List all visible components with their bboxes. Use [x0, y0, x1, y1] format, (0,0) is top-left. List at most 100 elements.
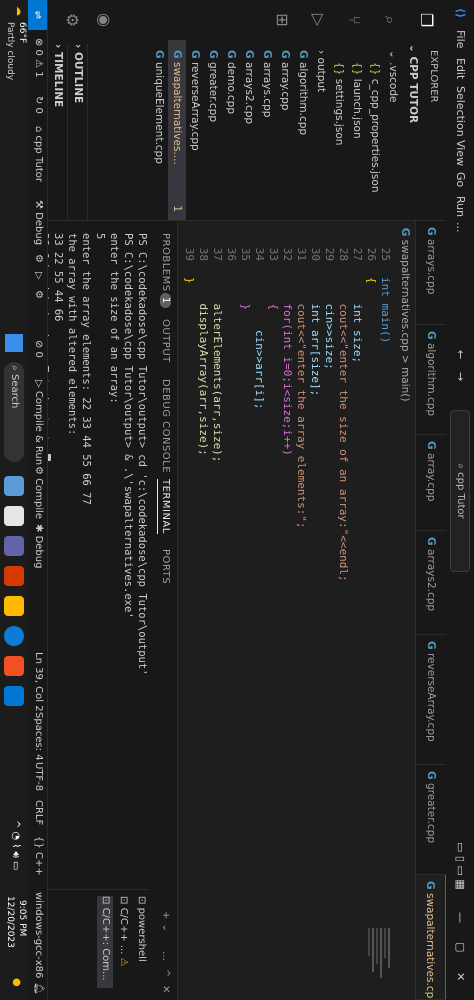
- edge-icon[interactable]: [4, 626, 24, 646]
- build-settings-icon[interactable]: ⚙: [33, 254, 44, 263]
- indentation[interactable]: Spaces: 4: [33, 712, 44, 761]
- breadcrumb[interactable]: G swapalternatives.cpp > main(): [394, 221, 416, 1000]
- vscode-taskbar-icon[interactable]: [4, 686, 24, 706]
- panel-tab-output[interactable]: OUTPUT: [160, 319, 171, 363]
- menu-more[interactable]: ...: [454, 222, 467, 233]
- tree-item-output[interactable]: › output: [312, 50, 330, 230]
- tree-item-label: demo.cpp: [225, 61, 237, 115]
- windows-start-icon[interactable]: [5, 334, 23, 352]
- minimap[interactable]: [224, 920, 394, 990]
- tab-algorithm[interactable]: G algorithm.cpp: [416, 325, 446, 435]
- encoding[interactable]: UTF-8: [33, 762, 44, 791]
- tree-item-arrays2[interactable]: G arrays2.cpp: [240, 50, 258, 230]
- cursor-position[interactable]: Ln 39, Col 2: [33, 652, 44, 712]
- tab-reversearray[interactable]: G reverseArray.cpp: [416, 635, 446, 765]
- run-debug-icon[interactable]: ▷: [306, 8, 330, 32]
- explorer-icon[interactable]: ❐: [414, 8, 438, 32]
- panel-tab-debug-console[interactable]: DEBUG CONSOLE: [160, 379, 171, 473]
- panel-more-icon[interactable]: …: [160, 951, 171, 962]
- store-icon[interactable]: [4, 566, 24, 586]
- tab-arrays[interactable]: G arrays.cpp: [416, 221, 446, 325]
- copilot-icon[interactable]: [4, 476, 24, 496]
- menu-view[interactable]: View: [454, 140, 467, 166]
- panel-tab-ports[interactable]: PORTS: [160, 549, 171, 584]
- maximize-icon[interactable]: ▢: [454, 942, 467, 952]
- menu-selection[interactable]: Selection: [454, 86, 467, 137]
- panel-tab-problems[interactable]: PROBLEMS: [160, 233, 171, 292]
- tab-array[interactable]: G array.cpp: [416, 435, 446, 531]
- clock-time[interactable]: 9:05 PM: [17, 900, 27, 936]
- run-icon[interactable]: ▷: [33, 272, 44, 280]
- command-center-search[interactable]: ⌕ cpp Tutor: [450, 410, 470, 572]
- search-icon[interactable]: ⌕: [378, 8, 402, 32]
- teams-icon[interactable]: [4, 536, 24, 556]
- menu-go[interactable]: Go: [454, 172, 467, 187]
- tab-label: swapalternatives.cpp 1: [424, 892, 436, 1000]
- line-number: 37: [211, 247, 224, 261]
- menu-file[interactable]: File: [454, 30, 467, 48]
- code-line: {: [365, 277, 378, 284]
- taskbar-search[interactable]: ⌕ Search: [4, 362, 24, 462]
- notification-icon[interactable]: ●: [11, 978, 22, 987]
- forward-arrow-icon[interactable]: →: [454, 372, 467, 381]
- tree-item-greater[interactable]: G greater.cpp: [204, 50, 222, 230]
- notifications-bell-icon[interactable]: 🔔︎: [33, 982, 44, 995]
- new-terminal-icon[interactable]: + ⌄: [160, 911, 171, 932]
- timeline-section[interactable]: › TIMELINE: [49, 44, 68, 224]
- line-ending[interactable]: CRLF: [33, 800, 44, 825]
- maximize-panel-icon[interactable]: ^: [160, 969, 171, 978]
- tree-item-algorithm[interactable]: G algorithm.cpp: [294, 50, 312, 230]
- compile-run-button[interactable]: ▷ Compile & Run: [33, 380, 44, 465]
- close-icon[interactable]: ✕: [454, 972, 467, 981]
- workspace-folder[interactable]: ⌄ CPP TUTOR: [404, 44, 422, 224]
- menu-run[interactable]: Run: [454, 196, 467, 217]
- weather-temp[interactable]: 66°F: [17, 22, 27, 43]
- remote-indicator-icon[interactable]: ⇌: [27, 0, 47, 30]
- file-explorer-icon[interactable]: [4, 596, 24, 616]
- terminal-item-cpp-2[interactable]: ⊡ C/C++: Com...: [97, 896, 113, 988]
- debug-config-status[interactable]: ⚒ Debug: [33, 200, 44, 245]
- tree-item-launch[interactable]: {} launch.json: [348, 62, 366, 242]
- terminal-item-cpp-1[interactable]: ⊡ C/C++ ... ⚠: [115, 896, 131, 967]
- problems-status[interactable]: ⊗ 0 ⚠ 1: [33, 38, 44, 78]
- vscode-logo-icon: ⟨⟩: [454, 8, 467, 19]
- terminal-item-powershell[interactable]: ⊡ powershell: [133, 896, 149, 962]
- code-line: }: [183, 277, 196, 284]
- tree-item-vscode[interactable]: ⌄ .vscode: [384, 50, 402, 230]
- layout-icons[interactable]: ▭ ▯ ▭ ▦: [454, 842, 467, 890]
- back-arrow-icon[interactable]: ←: [454, 350, 467, 359]
- debug-settings-icon[interactable]: ⚙: [33, 290, 44, 299]
- tree-item-array[interactable]: G array.cpp: [276, 50, 294, 230]
- outline-section[interactable]: › OUTLINE: [69, 44, 88, 224]
- compiler-config[interactable]: windows-gcc-x86: [33, 892, 44, 978]
- extensions-icon[interactable]: ⊞: [270, 8, 294, 32]
- tree-item-arrays[interactable]: G arrays.cpp: [258, 50, 276, 230]
- minimize-icon[interactable]: —: [454, 912, 467, 923]
- microsoft-app-icon[interactable]: [4, 656, 24, 676]
- ports-status[interactable]: ⊘ 0: [33, 340, 44, 358]
- close-panel-icon[interactable]: ✕: [160, 985, 171, 994]
- sync-status[interactable]: ↻ 0: [33, 96, 44, 114]
- workspace-status[interactable]: ⌂ cpp Tutor: [33, 126, 44, 182]
- tray-icons[interactable]: ^ ◔ ⌇ 🔊︎ ▭: [10, 820, 21, 870]
- source-control-icon[interactable]: ⑂: [342, 8, 366, 32]
- tree-item-demo[interactable]: G demo.cpp: [222, 50, 240, 230]
- menu-edit[interactable]: Edit: [454, 58, 467, 79]
- compile-button[interactable]: ⚙ Compile: [33, 466, 44, 519]
- task-view-icon[interactable]: [4, 506, 24, 526]
- debug-button[interactable]: ✱ Debug: [33, 524, 44, 568]
- tree-item-c-cpp-properties[interactable]: {} c_cpp_properties.json: [366, 62, 384, 242]
- language-mode[interactable]: {} C++: [33, 836, 44, 876]
- code-editor[interactable]: 25 int main() 26 { 27 int size; 28 cout<<"…: [180, 221, 394, 921]
- tab-greater[interactable]: G greater.cpp: [416, 765, 446, 875]
- account-icon[interactable]: ◉: [92, 8, 116, 32]
- tree-item-reversearray[interactable]: G reverseArray.cpp: [186, 50, 204, 230]
- tab-arrays2[interactable]: G arrays2.cpp: [416, 531, 446, 635]
- code-line: int arr[size];: [309, 277, 322, 397]
- tab-swapalternatives[interactable]: G swapalternatives.cpp 1: [416, 875, 446, 1000]
- panel-tab-terminal[interactable]: TERMINAL: [157, 479, 171, 534]
- settings-gear-icon[interactable]: ⚙: [60, 8, 84, 32]
- tree-item-uniqueelement[interactable]: G uniqueElement.cpp: [150, 50, 168, 230]
- tree-item-swapalternatives[interactable]: G swapalternatives.... 1: [168, 40, 186, 220]
- tree-item-settings[interactable]: {} settings.json: [330, 62, 348, 242]
